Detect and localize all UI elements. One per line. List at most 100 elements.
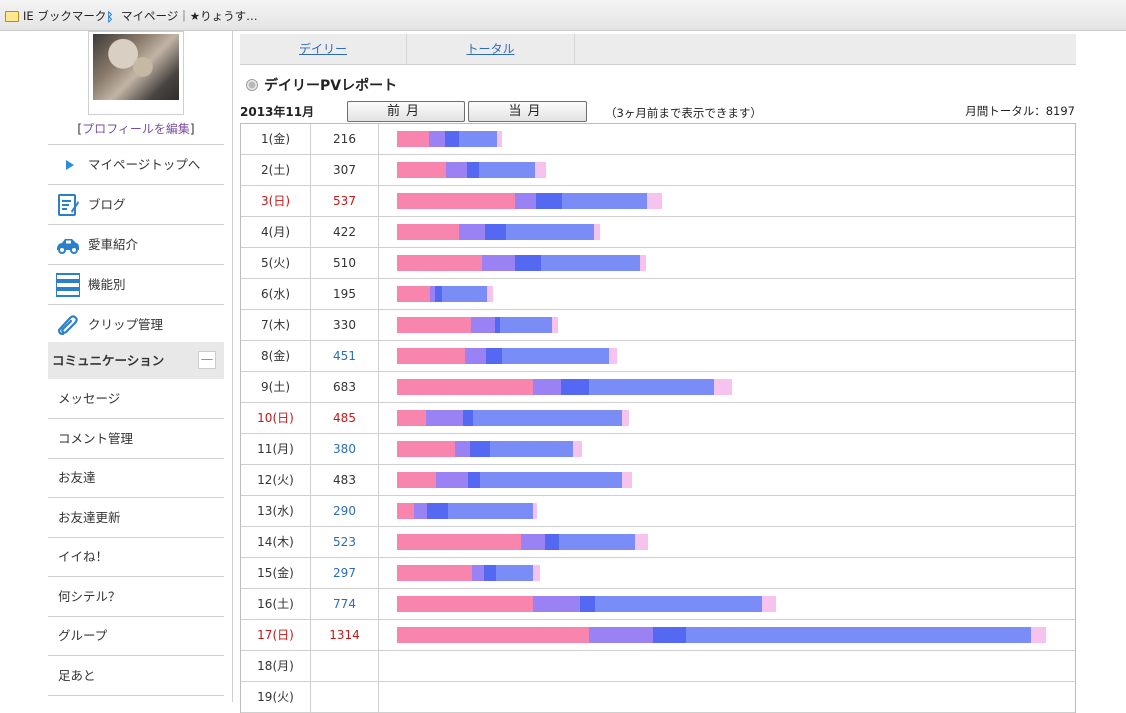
pv-bar-segment [490, 441, 573, 457]
tab-daily[interactable]: デイリー [240, 34, 407, 64]
bar-cell [379, 310, 1075, 340]
sidebar-item-comments[interactable]: コメント管理 [48, 420, 224, 459]
bar-cell [379, 124, 1075, 154]
pv-bar-segment [426, 410, 463, 426]
month-label: 2013年11月 [240, 105, 315, 119]
current-month-button[interactable]: 当月 [468, 101, 587, 122]
sidebar-item-groups[interactable]: グループ [48, 617, 224, 656]
report-title-text: デイリーPVレポート [264, 78, 398, 94]
table-row: 13(水) 290 [241, 496, 1075, 527]
pv-bar-segment [515, 255, 541, 271]
pv-count-cell: 195 [311, 279, 379, 309]
table-row: 18(月) [241, 651, 1075, 682]
day-cell: 7(木) [241, 310, 311, 340]
collapse-toggle-button[interactable]: — [198, 351, 216, 369]
mypage-bookmark-link[interactable]: ᛒ マイページ｜★りょうす… [103, 7, 258, 25]
pv-bar-segment [486, 348, 502, 364]
sidebar-item-footprints[interactable]: 足あと [48, 657, 224, 696]
table-row: 2(土) 307 [241, 155, 1075, 186]
bar-cell [379, 558, 1075, 588]
pv-bar-segment [459, 131, 497, 147]
pv-bar-segment [468, 472, 480, 488]
pv-bar-segment [536, 193, 562, 209]
pv-bar-segment [589, 627, 653, 643]
table-row: 5(火) 510 [241, 248, 1075, 279]
pv-bar-segment [397, 348, 465, 364]
bar-cell [379, 279, 1075, 309]
day-cell: 4(月) [241, 217, 311, 247]
pv-count-cell: 297 [311, 558, 379, 588]
pv-bar-segment [580, 596, 595, 612]
day-cell: 12(火) [241, 465, 311, 495]
bar-cell [379, 496, 1075, 526]
table-row: 9(土) 683 [241, 372, 1075, 403]
pv-bar-segment [429, 131, 445, 147]
sidebar-item-mypage-top[interactable]: マイページトップへ [48, 145, 224, 185]
sidebar-item-whats-up[interactable]: 何シテル？ [48, 578, 224, 617]
ie-bookmarks-label: IE ブックマーク [23, 9, 107, 23]
pv-bar-segment [459, 224, 485, 240]
table-row: 10(日) 485 [241, 403, 1075, 434]
pv-bar-segment [397, 255, 482, 271]
pv-bar-segment [562, 193, 647, 209]
sidebar-item-friends[interactable]: お友達 [48, 459, 224, 498]
pv-bar [397, 472, 632, 488]
communication-section-header[interactable]: コミュニケーション — [48, 342, 224, 379]
pv-count-cell: 774 [311, 589, 379, 619]
bar-cell [379, 434, 1075, 464]
pv-bar [397, 379, 732, 395]
bar-cell [379, 620, 1075, 650]
pv-bar-segment [559, 534, 635, 550]
report-tabs: デイリー トータル [240, 34, 1076, 65]
sidebar-item-messages[interactable]: メッセージ [48, 380, 224, 419]
pv-bar-segment [467, 162, 479, 178]
pv-bar-segment [480, 472, 622, 488]
pv-bar-segment [473, 410, 622, 426]
mypage-bookmark-label: マイページ｜★りょうす… [121, 9, 258, 23]
sidebar-item-blog[interactable]: ブログ [48, 185, 224, 225]
pv-bar-segment [594, 224, 600, 240]
sidebar-item-label: グループ [58, 628, 108, 643]
pv-bar [397, 627, 1046, 643]
pv-bar [397, 596, 776, 612]
day-cell: 6(水) [241, 279, 311, 309]
sidebar-item-likes[interactable]: イイね！ [48, 538, 224, 577]
sidebar-item-clip[interactable]: クリップ管理 [48, 305, 224, 345]
pv-bar-segment [515, 193, 536, 209]
sidebar-item-label: 愛車紹介 [88, 237, 139, 252]
table-row: 14(木) 523 [241, 527, 1075, 558]
sidebar-separator [232, 31, 233, 702]
day-cell: 5(火) [241, 248, 311, 278]
pv-bar-segment [496, 565, 533, 581]
pv-bar-segment [397, 472, 436, 488]
sidebar-item-label: 機能別 [88, 277, 126, 292]
pv-bar [397, 162, 546, 178]
triangle-right-icon [66, 160, 74, 170]
tab-total[interactable]: トータル [407, 34, 575, 64]
pv-bar-segment [472, 565, 484, 581]
pv-count-cell: 537 [311, 186, 379, 216]
day-cell: 13(水) [241, 496, 311, 526]
pv-bar [397, 286, 493, 302]
pv-bar-segment [442, 286, 487, 302]
pv-bar-segment [647, 193, 662, 209]
day-cell: 15(金) [241, 558, 311, 588]
day-cell: 9(土) [241, 372, 311, 402]
pv-bar-segment [436, 472, 468, 488]
pv-count-cell: 510 [311, 248, 379, 278]
pv-count-cell [311, 651, 379, 681]
pv-bar [397, 255, 646, 271]
table-row: 7(木) 330 [241, 310, 1075, 341]
avatar[interactable] [88, 31, 184, 115]
edit-profile-link[interactable]: [プロフィールを編集] [48, 120, 224, 137]
prev-month-button[interactable]: 前月 [347, 101, 465, 122]
table-row: 17(日) 1314 [241, 620, 1075, 651]
day-cell: 18(月) [241, 651, 311, 681]
pv-count-cell: 683 [311, 372, 379, 402]
mypage-icon: ᛒ [106, 9, 114, 24]
sidebar-item-features[interactable]: 機能別 [48, 265, 224, 305]
sidebar-item-car[interactable]: 愛車紹介 [48, 225, 224, 265]
ie-bookmarks-link[interactable]: IE ブックマーク [5, 7, 106, 25]
sidebar-item-label: マイページトップへ [88, 157, 201, 172]
sidebar-item-friend-updates[interactable]: お友達更新 [48, 499, 224, 538]
